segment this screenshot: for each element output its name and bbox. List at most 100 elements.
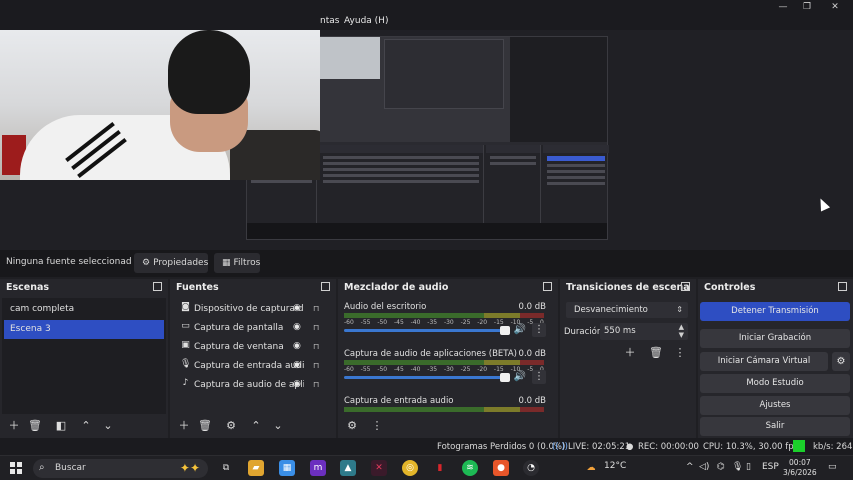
eye-icon[interactable]: ◉ [293,322,304,333]
filter-icon[interactable]: ◧ [53,418,69,434]
eye-icon[interactable]: ◉ [293,303,304,314]
source-item[interactable]: ▭ Captura de pantalla ◉ ⊓ [178,319,326,337]
language-indicator[interactable]: ESP [762,462,779,472]
preview-canvas[interactable] [0,30,853,250]
studio-mode-button[interactable]: Modo Estudio [700,374,850,393]
scene-item[interactable]: cam completa [4,300,164,319]
speaker-icon[interactable]: 🔊 [514,371,526,382]
scene-item-selected[interactable]: Escena 3 [4,320,164,339]
nested-recursive-thumb [384,39,504,109]
source-item[interactable]: ▣ Captura de ventana ◉ ⊓ [178,338,326,356]
start-recording-button[interactable]: Iniciar Grabación [700,329,850,348]
chevron-down-icon[interactable]: ⌄ [270,418,286,434]
settings-button[interactable]: Ajustes [700,396,850,415]
close-icon[interactable]: ✕ [828,1,842,13]
minimize-icon[interactable]: — [776,1,790,13]
undock-icon[interactable] [681,282,690,291]
source-item[interactable]: 🎙 Captura de entrada audio ◉ ⊓ [178,357,326,375]
network-icon[interactable]: ⌬ [717,462,725,472]
menu-item-partial[interactable]: ntas [320,16,339,26]
trash-icon[interactable]: 🗑 [197,418,213,434]
speaker-icon[interactable]: 🔊 [514,324,526,335]
volume-slider-handle[interactable] [500,373,510,382]
chevron-up-icon[interactable]: ⌃ [78,418,94,434]
meter-tick-label: -30 [443,319,454,326]
transition-select[interactable]: Desvanecimiento ⇕ [566,302,688,318]
add-icon[interactable]: ＋ [622,345,638,361]
taskbar-search[interactable]: ⌕ Buscar ✦✦ [33,459,208,478]
undock-icon[interactable] [153,282,162,291]
maximize-icon[interactable]: ❐ [800,1,814,13]
trash-icon[interactable]: 🗑 [27,418,43,434]
more-options-icon[interactable]: ⋮ [532,323,546,337]
volume-icon[interactable]: ◁) [699,462,709,472]
undock-icon[interactable] [543,282,552,291]
meter-tick-label: -25 [460,319,471,326]
lock-icon[interactable]: ⊓ [313,322,322,333]
task-view-icon[interactable]: ⧉ [218,460,234,476]
spinner-icon[interactable]: ▲ ▼ [679,323,684,339]
more-options-icon[interactable]: ⋮ [532,370,546,384]
properties-button[interactable]: ⚙ Propiedades [134,253,208,273]
volume-slider-handle[interactable] [500,326,510,335]
notifications-icon[interactable]: ▭ [828,462,837,472]
red-app-icon[interactable]: ▮ [432,460,448,476]
menu-item-help[interactable]: Ayuda (H) [344,16,388,26]
exit-button[interactable]: Salir [700,417,850,436]
search-icon: ⌕ [39,462,45,473]
file-explorer-icon[interactable]: ▰ [248,460,264,476]
chrome-icon[interactable]: ◎ [402,460,418,476]
trash-icon[interactable]: 🗑 [648,345,664,361]
eye-icon[interactable]: ◉ [293,360,304,371]
meter-tick-label: -50 [377,366,388,373]
transitions-title: Transiciones de escena [566,282,690,293]
record-icon: ● [626,442,634,452]
gear-icon[interactable]: ⚙ [832,352,850,371]
source-item[interactable]: ♪ Captura de audio de aplicac ◉ ⊓ [178,376,326,394]
photos-icon[interactable]: ▲ [340,460,356,476]
lock-icon[interactable]: ⊓ [313,360,322,371]
m-app-icon[interactable]: m [310,460,326,476]
filters-button[interactable]: ▦ Filtros [214,253,260,273]
microphone-icon[interactable]: 🎙 [732,462,743,472]
stop-stream-button[interactable]: Detener Transmisión [700,302,850,321]
chevron-down-icon[interactable]: ⌄ [100,418,116,434]
eye-icon[interactable]: ◉ [293,341,304,352]
menu-bar: ntas Ayuda (H) [0,14,853,30]
eye-icon[interactable]: ◉ [293,379,304,390]
source-item[interactable]: ◙ Dispositivo de captura de vi ◉ ⊓ [178,300,326,318]
duration-input[interactable]: 550 ms ▲ ▼ [600,323,688,340]
undock-icon[interactable] [838,282,847,291]
clock[interactable]: 00:07 3/6/2026 [783,458,817,478]
more-options-icon[interactable]: ⋮ [369,418,385,434]
add-icon[interactable]: ＋ [6,418,22,434]
filter-icon: ▦ [222,258,231,268]
transitions-dock: Transiciones de escena Desvanecimiento ⇕… [560,279,696,438]
battery-icon[interactable]: ▯ [746,462,751,472]
spotify-icon[interactable]: ≋ [462,460,478,476]
gear-icon[interactable]: ⚙ [223,418,239,434]
windows-start-icon[interactable] [10,462,22,474]
orange-app-icon[interactable]: ● [493,460,509,476]
lock-icon[interactable]: ⊓ [313,303,322,314]
chevron-up-icon[interactable]: ^ [686,462,694,472]
virtual-camera-button[interactable]: Iniciar Cámara Virtual [700,352,828,371]
undock-icon[interactable] [321,282,330,291]
cpu-usage: CPU: 10.3%, 30.00 fps [703,442,799,452]
meter-tick-label: -55 [360,366,371,373]
volume-slider[interactable] [344,329,504,332]
nested-dock-mixer [319,145,484,223]
volume-slider[interactable] [344,376,504,379]
lock-icon[interactable]: ⊓ [313,379,322,390]
lock-icon[interactable]: ⊓ [313,341,322,352]
store-icon[interactable]: ▦ [279,460,295,476]
more-options-icon[interactable]: ⋮ [672,345,688,361]
meter-tick-label: -50 [377,319,388,326]
editor-app-icon[interactable]: ✕ [371,460,387,476]
weather-icon: ☁ [586,463,596,473]
obs-icon[interactable]: ◔ [523,460,539,476]
chevron-up-icon[interactable]: ⌃ [248,418,264,434]
add-icon[interactable]: ＋ [176,418,192,434]
gear-icon[interactable]: ⚙ [344,418,360,434]
mixer-channel: Captura de entrada audio 0.0 dB [344,396,548,414]
